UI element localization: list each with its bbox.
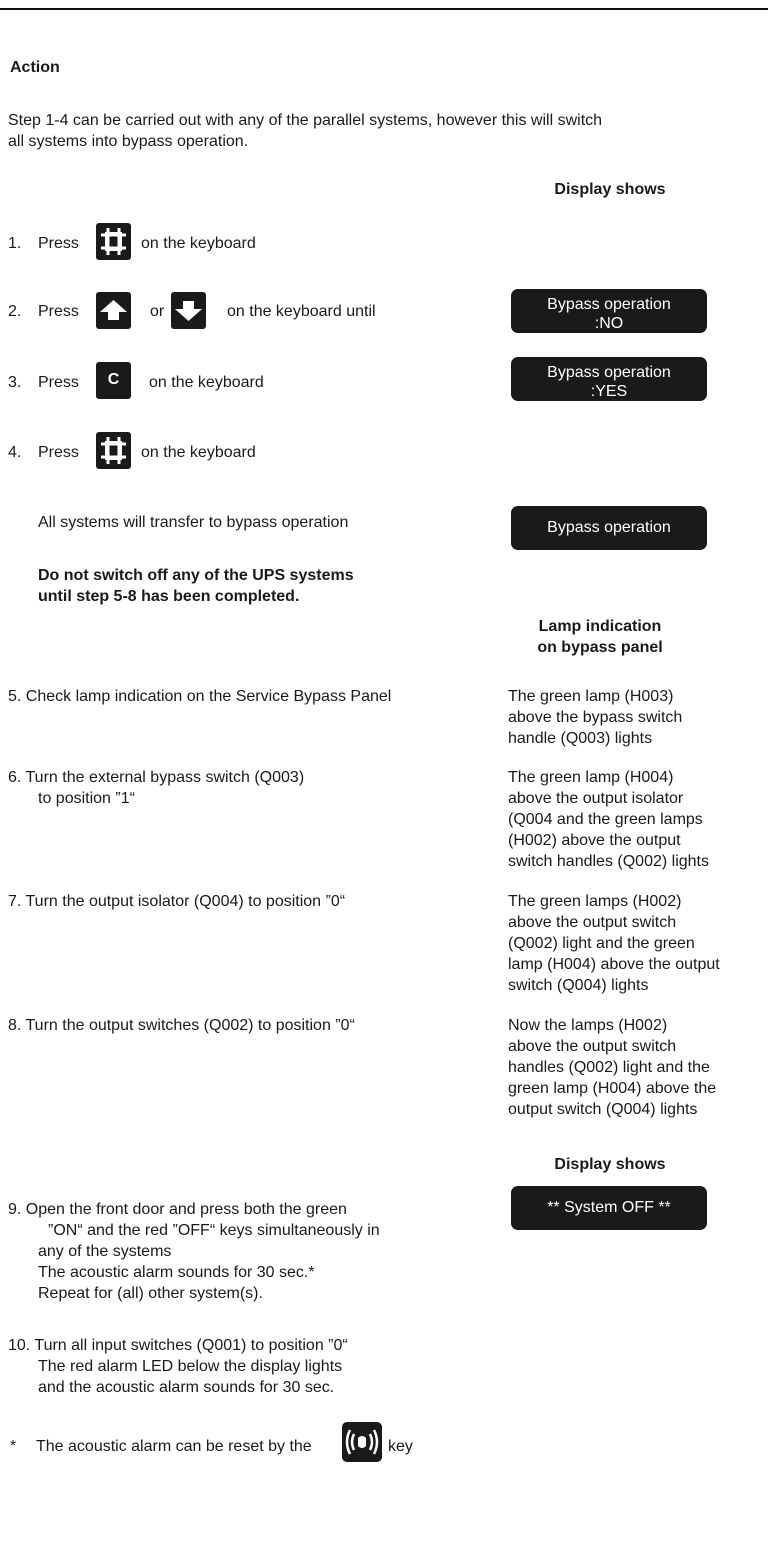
step-8-result-4: green lamp (H004) above the bbox=[508, 1080, 717, 1097]
step-7-result-2: above the output switch bbox=[508, 914, 677, 931]
step-6-result-5: switch handles (Q002) lights bbox=[508, 853, 709, 870]
step-text-keyboard: on the keyboard bbox=[141, 444, 256, 461]
step-8-result-2: above the output switch bbox=[508, 1038, 677, 1055]
step-text-press: Press bbox=[38, 303, 79, 320]
section-heading: Action bbox=[10, 59, 60, 76]
step-7-result-1: The green lamps (H002) bbox=[508, 893, 682, 910]
alarm-reset-key-icon bbox=[342, 1422, 382, 1462]
step-8-result-5: output switch (Q004) lights bbox=[508, 1101, 698, 1118]
step-7-result-3: (Q002) light and the green bbox=[508, 935, 695, 952]
step-number: 1. bbox=[8, 235, 22, 252]
display-line-1: Bypass operation bbox=[547, 364, 671, 381]
clear-key-icon: C bbox=[96, 362, 131, 399]
clear-key-letter: C bbox=[107, 371, 120, 388]
step-text-or: or bbox=[150, 303, 165, 320]
step-number: 2. bbox=[8, 303, 22, 320]
step-8-result-1: Now the lamps (H002) bbox=[508, 1017, 668, 1034]
footnote-text: The acoustic alarm can be reset by the bbox=[36, 1438, 312, 1455]
step-8-result-3: handles (Q002) light and the bbox=[508, 1059, 710, 1076]
step-6-result-3: (Q004 and the green lamps bbox=[508, 811, 703, 828]
step-9-text-3: any of the systems bbox=[38, 1243, 172, 1260]
step-5-result-2: above the bypass switch bbox=[508, 709, 683, 726]
arrow-up-key-icon bbox=[96, 292, 131, 329]
warning-line-2: until step 5-8 has been completed. bbox=[38, 588, 300, 605]
display-shows-header: Display shows bbox=[554, 181, 666, 198]
step-7-text: 7. Turn the output isolator (Q004) to po… bbox=[8, 893, 346, 910]
step-9-text-2: ”ON“ and the red ”OFF“ keys simultaneous… bbox=[48, 1222, 380, 1239]
step-8-text: 8. Turn the output switches (Q002) to po… bbox=[8, 1017, 355, 1034]
step-text-until: on the keyboard until bbox=[227, 303, 376, 320]
display-line-2: :NO bbox=[594, 315, 624, 332]
footnote-key-word: key bbox=[388, 1438, 413, 1455]
transfer-note: All systems will transfer to bypass oper… bbox=[38, 514, 349, 531]
step-7-result-4: lamp (H004) above the output bbox=[508, 956, 720, 973]
arrow-down-key-icon bbox=[171, 292, 206, 329]
intro-line-2: all systems into bypass operation. bbox=[8, 133, 249, 150]
lamp-header-line-2: on bypass panel bbox=[537, 639, 663, 656]
step-10-text-1: 10. Turn all input switches (Q001) to po… bbox=[8, 1337, 348, 1354]
step-6-result-4: (H002) above the output bbox=[508, 832, 681, 849]
display-bypass-yes: Bypass operation :YES bbox=[511, 357, 707, 401]
step-5-text: 5. Check lamp indication on the Service … bbox=[8, 688, 392, 705]
step-6-text-1: 6. Turn the external bypass switch (Q003… bbox=[8, 769, 305, 786]
step-10-text-3: and the acoustic alarm sounds for 30 sec… bbox=[38, 1379, 335, 1396]
step-9-text-1: 9. Open the front door and press both th… bbox=[8, 1201, 347, 1218]
warning-line-1: Do not switch off any of the UPS systems bbox=[38, 567, 354, 584]
step-text-keyboard: on the keyboard bbox=[149, 374, 264, 391]
step-7-result-5: switch (Q004) lights bbox=[508, 977, 649, 994]
step-5-result-3: handle (Q003) lights bbox=[508, 730, 653, 747]
menu-key-icon bbox=[96, 432, 131, 469]
step-9-text-4: The acoustic alarm sounds for 30 sec.* bbox=[38, 1264, 315, 1281]
step-6-text-2: to position ”1“ bbox=[38, 790, 135, 807]
step-text-press: Press bbox=[38, 444, 79, 461]
step-10-text-2: The red alarm LED below the display ligh… bbox=[38, 1358, 343, 1375]
menu-key-icon bbox=[96, 223, 131, 260]
display-bypass-operation: Bypass operation bbox=[511, 506, 707, 550]
top-rule bbox=[0, 8, 768, 10]
step-text-press: Press bbox=[38, 374, 79, 391]
lamp-header-line-1: Lamp indication bbox=[538, 618, 662, 635]
display-line-2: :YES bbox=[590, 383, 628, 400]
step-number: 3. bbox=[8, 374, 22, 391]
step-text-keyboard: on the keyboard bbox=[141, 235, 256, 252]
step-6-result-1: The green lamp (H004) bbox=[508, 769, 674, 786]
display-system-off: ** System OFF ** bbox=[511, 1186, 707, 1230]
footnote-star: * bbox=[10, 1438, 17, 1455]
step-9-text-5: Repeat for (all) other system(s). bbox=[38, 1285, 263, 1302]
display-line-1: Bypass operation bbox=[547, 296, 671, 313]
display-bypass-no: Bypass operation :NO bbox=[511, 289, 707, 333]
step-text-press: Press bbox=[38, 235, 79, 252]
step-6-result-2: above the output isolator bbox=[508, 790, 684, 807]
display-shows-header-2: Display shows bbox=[554, 1156, 666, 1173]
step-number: 4. bbox=[8, 444, 22, 461]
intro-line-1: Step 1-4 can be carried out with any of … bbox=[8, 112, 603, 129]
step-5-result-1: The green lamp (H003) bbox=[508, 688, 674, 705]
